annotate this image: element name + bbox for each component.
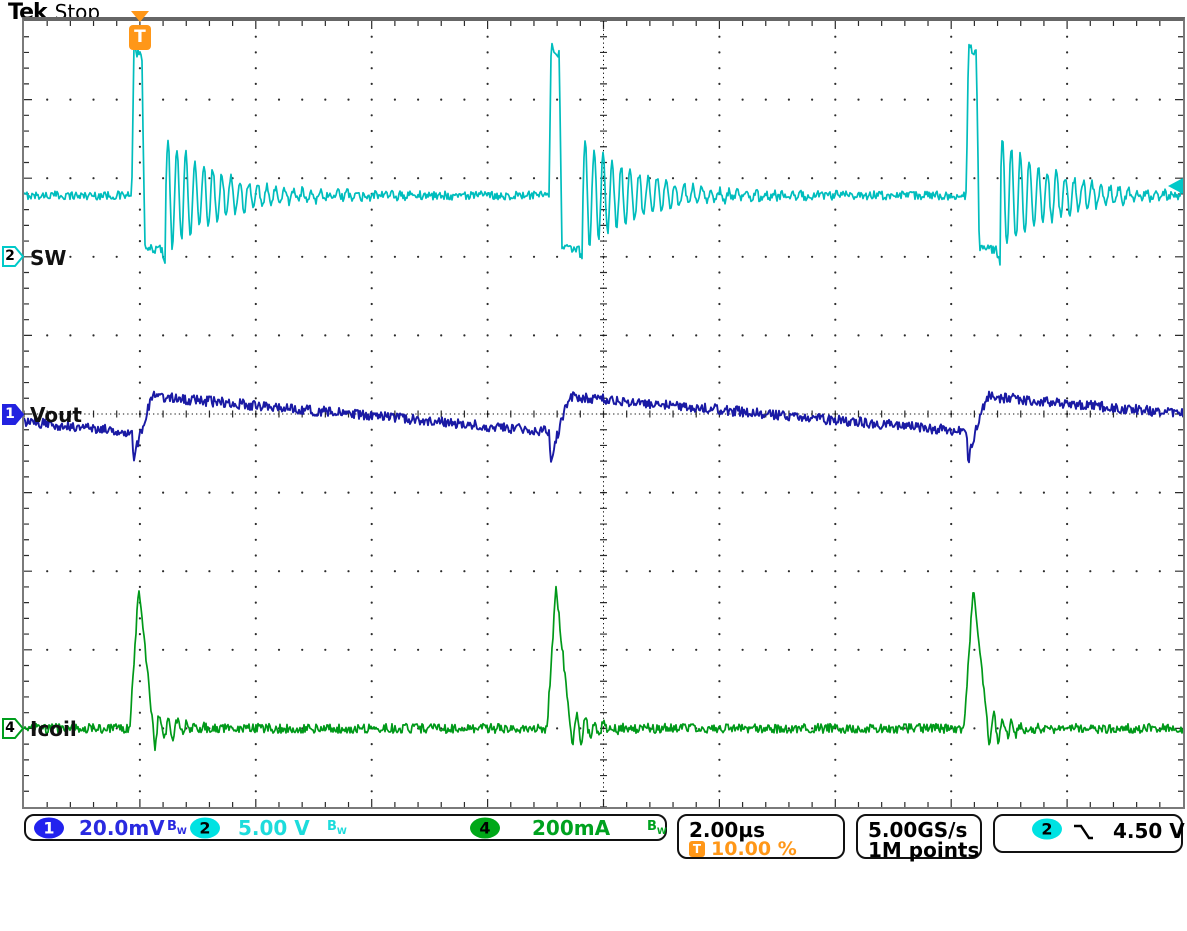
ch2-badge[interactable]: 2 xyxy=(190,817,220,838)
trigger-t-icon: T xyxy=(689,841,705,857)
graticule-and-traces xyxy=(24,21,1183,807)
channel-readouts-box[interactable]: 1 20.0mV BW 2 5.00 V BW 4 200mA BW xyxy=(24,814,667,841)
trigger-position-badge[interactable]: T xyxy=(129,25,151,50)
waveform-display: SW Vout Icoil T xyxy=(22,17,1185,809)
ch1-bandwidth-limit-icon: BW xyxy=(167,819,187,837)
trigger-box[interactable]: 2 4.50 V xyxy=(993,814,1183,853)
ch1-zero-marker[interactable]: 1 xyxy=(2,404,24,425)
ch4-badge[interactable]: 4 xyxy=(470,817,500,838)
trace-label-icoil: Icoil xyxy=(30,717,77,741)
falling-edge-icon xyxy=(1073,823,1095,845)
ch1-badge[interactable]: 1 xyxy=(34,817,64,838)
ch2-marker-digit: 2 xyxy=(2,246,18,267)
ch1-scale-readout: 20.0mV xyxy=(79,816,165,840)
ch2-bandwidth-limit-icon: BW xyxy=(327,819,347,837)
acquisition-box[interactable]: 5.00GS/s 1M points xyxy=(856,814,982,859)
trace-label-sw: SW xyxy=(30,246,66,270)
ch4-marker-digit: 4 xyxy=(2,718,18,739)
ch1-marker-digit: 1 xyxy=(2,404,18,425)
ch2-zero-marker[interactable]: 2 xyxy=(2,246,24,267)
trigger-level-arrow-icon[interactable] xyxy=(1168,178,1183,194)
record-length-readout: 1M points xyxy=(868,838,979,862)
trigger-position-readout: T10.00 % xyxy=(689,838,797,856)
trace-label-vout: Vout xyxy=(30,403,82,427)
oscilloscope-app: TekStop SW Vout Icoil T 2 1 4 1 20.0mV B… xyxy=(0,0,1187,931)
ch4-scale-readout: 200mA xyxy=(532,816,610,840)
ch4-bandwidth-limit-icon: BW xyxy=(647,819,667,837)
trigger-level-readout: 4.50 V xyxy=(1113,819,1185,843)
ch2-scale-readout: 5.00 V xyxy=(238,816,310,840)
trigger-source-badge[interactable]: 2 xyxy=(1032,819,1062,840)
timebase-box[interactable]: 2.00µs T10.00 % xyxy=(677,814,845,859)
trigger-position-arrow-icon[interactable] xyxy=(131,11,149,22)
ch4-zero-marker[interactable]: 4 xyxy=(2,718,24,739)
